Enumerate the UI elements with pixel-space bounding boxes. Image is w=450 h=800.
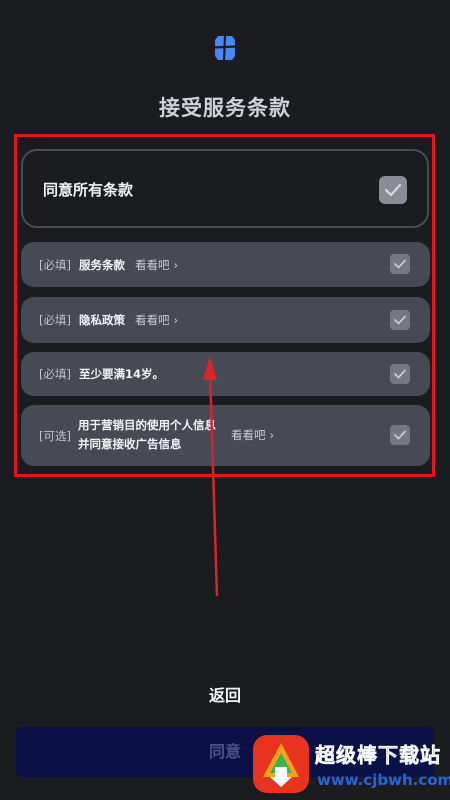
watermark-title: 超级棒下载站 (315, 743, 441, 768)
highlight-annotation-box (14, 134, 435, 477)
watermark-logo-icon (253, 735, 309, 793)
app-logo-icon (213, 34, 237, 62)
back-button[interactable]: 返回 (0, 682, 450, 706)
watermark-url: www.cjbwh.com (317, 771, 450, 789)
watermark: 超级棒下载站 www.cjbwh.com (247, 733, 450, 800)
page-title: 接受服务条款 (159, 96, 291, 120)
